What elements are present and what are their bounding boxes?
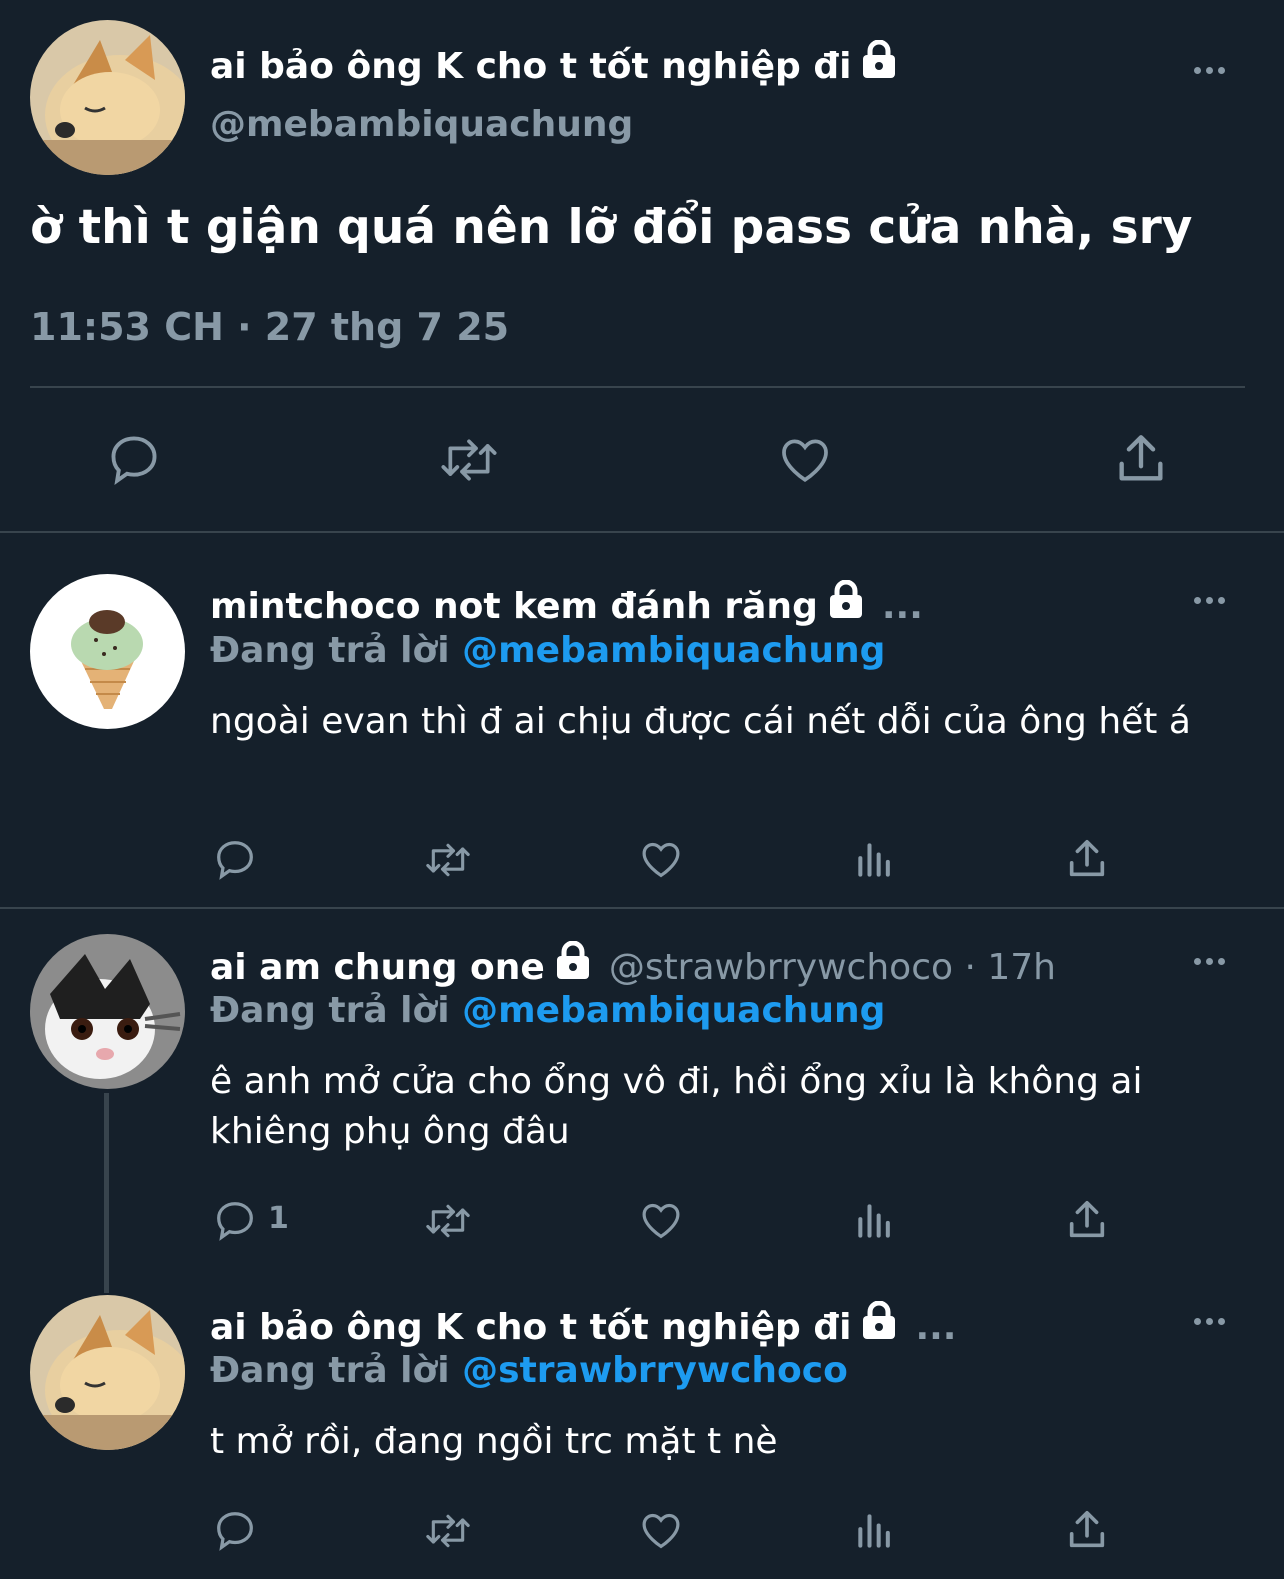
retweet-icon[interactable] — [422, 838, 474, 882]
like-icon[interactable] — [638, 1508, 684, 1553]
display-name[interactable]: ai bảo ông K cho t tốt nghiệp đi — [210, 39, 899, 87]
reply-text: ngoài evan thì đ ai chịu được cái nết dỗ… — [210, 701, 1191, 742]
handle[interactable]: @mebambiquachung — [210, 104, 633, 145]
more-options-icon[interactable] — [1194, 63, 1234, 77]
share-icon[interactable] — [1064, 1197, 1110, 1243]
like-icon[interactable] — [638, 837, 684, 882]
reply-icon[interactable] — [212, 1197, 258, 1243]
reply-icon[interactable] — [105, 430, 163, 488]
replying-to-handle[interactable]: @mebambiquachung — [462, 990, 885, 1031]
display-name-text: ai bảo ông K cho t tốt nghiệp đi — [210, 1307, 852, 1348]
retweet-icon[interactable] — [422, 1509, 474, 1553]
avatar[interactable] — [30, 20, 185, 175]
replying-to-handle[interactable]: @strawbrrywchoco — [462, 1350, 848, 1391]
tweet-text: ờ thì t giận quá nên lỡ đổi pass cửa nhà… — [30, 200, 1193, 255]
like-icon[interactable] — [638, 1198, 684, 1243]
retweet-icon[interactable] — [437, 432, 501, 488]
analytics-icon[interactable] — [853, 1509, 897, 1553]
analytics-icon[interactable] — [853, 1199, 897, 1243]
divider — [30, 386, 1245, 388]
display-name-text: ai bảo ông K cho t tốt nghiệp đi — [210, 46, 852, 87]
thread-line — [104, 1093, 109, 1293]
display-name[interactable]: mintchoco not kem đánh răng... — [210, 579, 923, 627]
lock-icon — [553, 940, 593, 988]
name-ellipsis: ... — [915, 1307, 957, 1348]
more-options-icon[interactable] — [1194, 954, 1234, 968]
reply-icon[interactable] — [212, 1507, 258, 1553]
avatar[interactable] — [30, 1295, 185, 1450]
share-icon[interactable] — [1112, 430, 1170, 488]
replying-to: Đang trả lời @mebambiquachung — [210, 630, 885, 671]
avatar[interactable] — [30, 934, 185, 1089]
retweet-icon[interactable] — [422, 1199, 474, 1243]
more-options-icon[interactable] — [1194, 593, 1234, 607]
avatar[interactable] — [30, 574, 185, 729]
replying-label: Đang trả lời — [210, 1350, 450, 1391]
timestamp[interactable]: 11:53 CH · 27 thg 7 25 — [30, 305, 509, 349]
name-ellipsis: ... — [881, 586, 923, 627]
share-icon[interactable] — [1064, 1507, 1110, 1553]
replying-to: Đang trả lời @strawbrrywchoco — [210, 1350, 848, 1391]
replying-to-handle[interactable]: @mebambiquachung — [462, 630, 885, 671]
lock-icon — [859, 1300, 899, 1348]
display-name[interactable]: ai bảo ông K cho t tốt nghiệp đi... — [210, 1300, 957, 1348]
like-icon[interactable] — [776, 432, 834, 488]
replying-label: Đang trả lời — [210, 630, 450, 671]
share-icon[interactable] — [1064, 836, 1110, 882]
handle-time[interactable]: @strawbrrywchoco · 17h — [609, 947, 1056, 988]
lock-icon — [859, 39, 899, 87]
divider — [0, 531, 1284, 533]
reply-count: 1 — [268, 1201, 289, 1236]
more-options-icon[interactable] — [1194, 1314, 1234, 1328]
display-name-text: mintchoco not kem đánh răng — [210, 586, 818, 627]
reply-text: t mở rồi, đang ngồi trc mặt t nè — [210, 1421, 778, 1462]
display-name[interactable]: ai am chung one @strawbrrywchoco · 17h — [210, 940, 1056, 988]
replying-label: Đang trả lời — [210, 990, 450, 1031]
reply-text: ê anh mở cửa cho ổng vô đi, hồi ổng xỉu … — [210, 1061, 1143, 1152]
lock-icon — [826, 579, 866, 627]
reply-icon[interactable] — [212, 836, 258, 882]
replying-to: Đang trả lời @mebambiquachung — [210, 990, 885, 1031]
display-name-text: ai am chung one — [210, 947, 545, 988]
analytics-icon[interactable] — [853, 838, 897, 882]
divider — [0, 907, 1284, 909]
